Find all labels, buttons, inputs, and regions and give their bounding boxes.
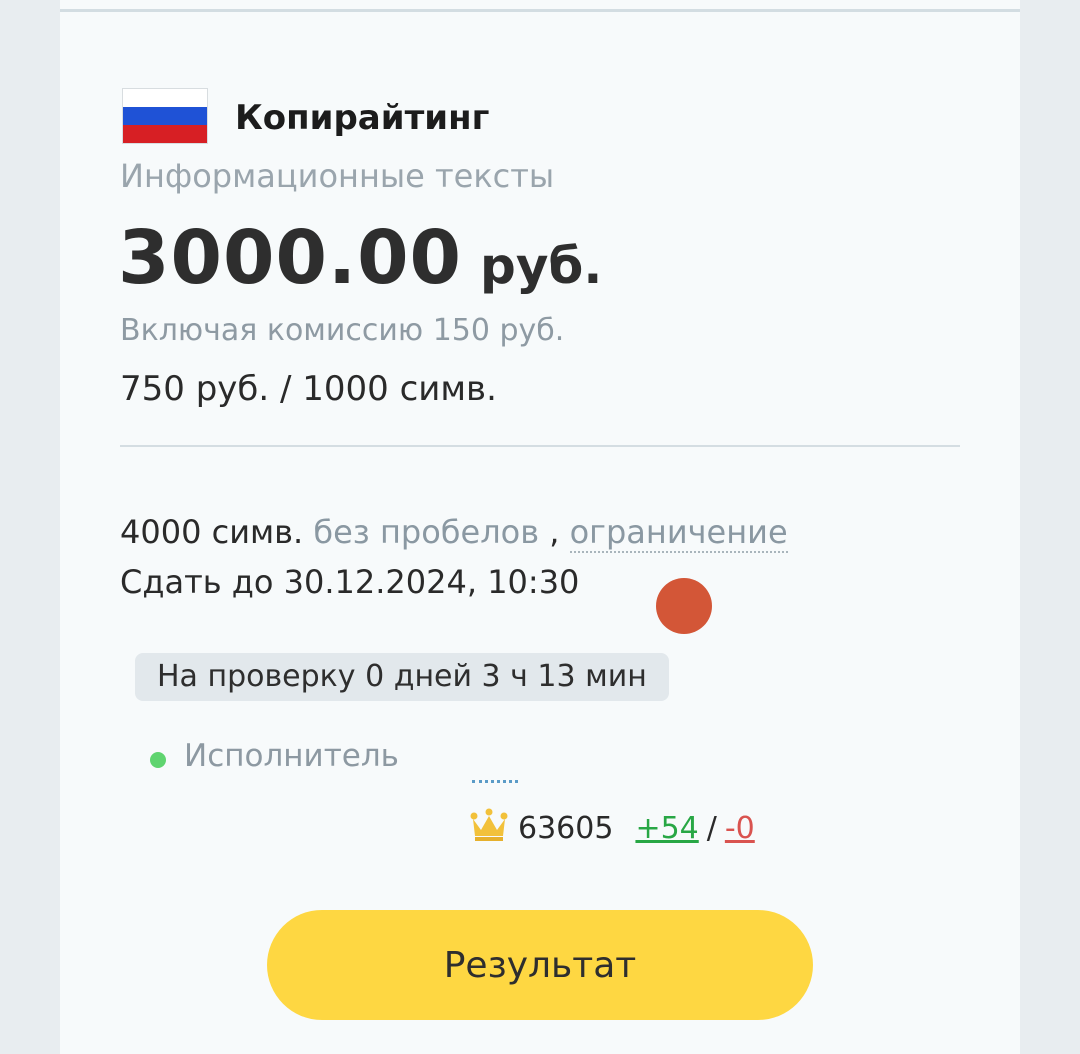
volume-separator: , bbox=[549, 513, 560, 551]
order-subcategory: Информационные тексты bbox=[120, 157, 555, 195]
crown-icon bbox=[470, 808, 508, 841]
performer-rating: 63605 bbox=[518, 811, 614, 846]
price-amount: 3000.00 bbox=[118, 215, 463, 301]
review-time-badge: На проверку 0 дней 3 ч 13 мин bbox=[135, 653, 669, 701]
help-icon[interactable] bbox=[656, 578, 712, 634]
price-rate: 750 руб. / 1000 симв. bbox=[120, 369, 497, 409]
performer-label: Исполнитель bbox=[184, 738, 399, 774]
order-volume: 4000 симв. без пробелов , ограничение bbox=[120, 513, 788, 553]
performer-stats: 63605 +54/-0 bbox=[470, 808, 755, 846]
online-status-icon bbox=[150, 752, 166, 768]
order-deadline: Сдать до 30.12.2024, 10:30 bbox=[120, 563, 580, 601]
volume-type: без пробелов bbox=[313, 513, 540, 551]
reviews-separator: / bbox=[706, 811, 717, 846]
negative-reviews-link[interactable]: -0 bbox=[725, 811, 755, 846]
russia-flag-icon bbox=[122, 88, 208, 144]
section-divider bbox=[120, 445, 960, 447]
volume-count: 4000 симв. bbox=[120, 513, 304, 551]
positive-reviews-link[interactable]: +54 bbox=[635, 811, 698, 846]
result-button[interactable]: Результат bbox=[267, 910, 813, 1020]
commission-note: Включая комиссию 150 руб. bbox=[120, 313, 565, 348]
top-divider bbox=[60, 9, 1020, 12]
order-price: 3000.00 руб. bbox=[118, 215, 602, 301]
price-currency: руб. bbox=[480, 237, 603, 295]
order-card: Копирайтинг Информационные тексты 3000.0… bbox=[60, 0, 1020, 1054]
order-category: Копирайтинг bbox=[235, 98, 490, 138]
performer-name-link[interactable] bbox=[472, 780, 518, 783]
volume-limit-link[interactable]: ограничение bbox=[569, 513, 788, 553]
